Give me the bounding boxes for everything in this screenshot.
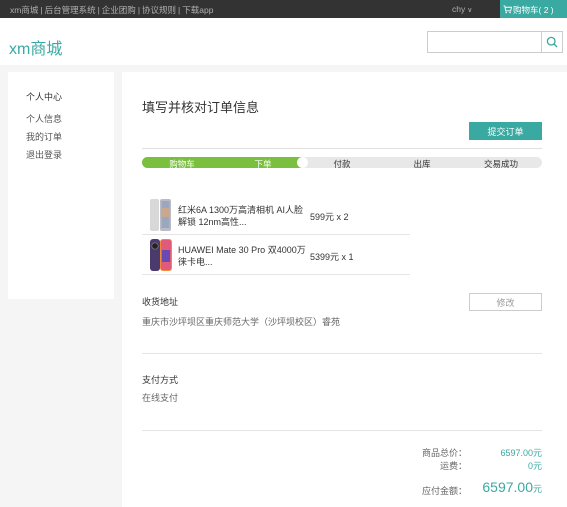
goods-total-label: 商品总价： [421, 448, 467, 458]
divider [142, 353, 542, 354]
product-price: 5399元 x 1 [310, 252, 354, 262]
top-link-home[interactable]: xm商城 [10, 5, 38, 15]
user-menu[interactable]: chy ∨ [452, 4, 472, 14]
order-progress: 购物车 下单 付款 出库 交易成功 [142, 157, 542, 169]
site-logo[interactable]: xm商城 [9, 35, 62, 59]
address-value: 重庆市沙坪坝区重庆师范大学（沙坪坝校区）睿苑 [142, 317, 341, 327]
step-shipping: 出库 [413, 159, 431, 169]
step-cart: 购物车 [169, 159, 195, 169]
cart-label: 购物车( 2 ) [513, 5, 554, 15]
edit-address-button[interactable]: 修改 [469, 293, 542, 311]
order-panel: 填写并核对订单信息 提交订单 购物车 下单 付款 出库 交易成功 红米6A 13… [122, 72, 567, 507]
page-title: 填写并核对订单信息 [142, 100, 260, 115]
product-image[interactable] [148, 198, 174, 232]
chevron-down-icon: ∨ [467, 7, 473, 14]
user-name: chy [452, 4, 466, 14]
payment-value[interactable]: 在线支付 [142, 391, 178, 404]
product-name[interactable]: HUAWEI Mate 30 Pro 双4000万徕卡电... [178, 244, 310, 268]
divider [142, 148, 542, 149]
cart-button[interactable]: 购物车( 2 ) [500, 0, 567, 18]
product-price: 599元 x 2 [310, 212, 349, 222]
separator: | [137, 5, 141, 15]
address-label: 收货地址 [142, 297, 179, 307]
top-link-download-app[interactable]: 下载app [182, 5, 213, 15]
sidebar-item-logout[interactable]: 退出登录 [26, 148, 62, 161]
product-image[interactable] [148, 238, 174, 272]
search-button[interactable] [541, 31, 563, 53]
payable-unit: 元 [532, 484, 542, 494]
shipping-value: 0元 [527, 461, 542, 471]
top-link-rules[interactable]: 协议规则 [142, 5, 176, 15]
payable-amount: 6597.00元 [462, 479, 542, 495]
goods-total-value: 6597.00元 [500, 448, 542, 458]
search-icon [546, 36, 558, 48]
step-place-order: 下单 [254, 159, 272, 169]
cart-icon [503, 5, 513, 14]
top-bar: xm商城 | 后台管理系统 | 企业团购 | 协议规则 | 下载app chy ∨ 购物车( 2 … [0, 0, 567, 18]
separator: | [97, 5, 100, 15]
top-link-admin[interactable]: 后台管理系统 [45, 5, 96, 15]
step-payment: 付款 [333, 159, 351, 169]
top-link-group-buy[interactable]: 企业团购 [102, 5, 136, 15]
product-name[interactable]: 红米6A 1300万高清相机 AI人脸解锁 12nm高性... [178, 204, 310, 228]
order-item: 红米6A 1300万高清相机 AI人脸解锁 12nm高性... 599元 x 2 [142, 195, 410, 235]
submit-order-button[interactable]: 提交订单 [469, 122, 542, 140]
sidebar-item-orders[interactable]: 我的订单 [26, 130, 62, 143]
separator: | [178, 5, 181, 15]
sidebar: 个人中心 个人信息 我的订单 退出登录 [8, 72, 114, 299]
search-input[interactable] [427, 31, 542, 53]
shipping-label: 运费： [439, 461, 467, 471]
payable-label: 应付金额： [421, 486, 467, 496]
sidebar-title: 个人中心 [26, 92, 63, 102]
sidebar-item-profile[interactable]: 个人信息 [26, 112, 62, 125]
top-links: xm商城 | 后台管理系统 | 企业团购 | 协议规则 | 下载app [10, 4, 213, 16]
site-header: xm商城 [0, 18, 567, 65]
divider [142, 430, 542, 431]
payment-label: 支付方式 [142, 375, 179, 385]
payable-value: 6597.00 [482, 479, 533, 495]
separator: | [40, 5, 43, 15]
order-item: HUAWEI Mate 30 Pro 双4000万徕卡电... 5399元 x … [142, 235, 410, 275]
step-complete: 交易成功 [483, 159, 518, 169]
